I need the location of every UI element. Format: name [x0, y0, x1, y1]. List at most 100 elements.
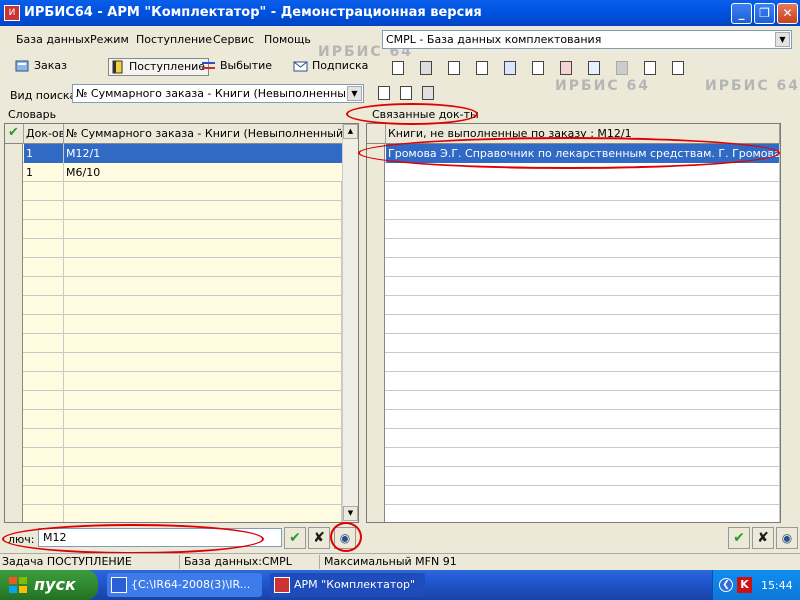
- table-row[interactable]: 1 M12/1: [5, 144, 344, 163]
- minimize-button[interactable]: _: [731, 3, 752, 24]
- empty-cell: [386, 220, 780, 239]
- subscription-button[interactable]: Подписка: [292, 58, 368, 76]
- empty-cell: [386, 296, 780, 315]
- antivirus-icon[interactable]: K: [737, 577, 752, 593]
- empty-row: [5, 201, 342, 220]
- empty-row: [367, 163, 780, 182]
- empty-row: [5, 372, 342, 391]
- restore-button[interactable]: ❐: [754, 3, 775, 24]
- start-button[interactable]: пуск: [0, 570, 98, 600]
- empty-row: [5, 353, 342, 372]
- row-indicator: [367, 467, 385, 486]
- database-select[interactable]: CMPL - База данных комплектования ▼: [382, 30, 792, 49]
- menu-help[interactable]: Помощь: [264, 33, 311, 46]
- scroll-up-icon[interactable]: ▲: [343, 124, 358, 139]
- table-row[interactable]: 1 M6/10: [5, 163, 344, 182]
- disposal-button[interactable]: Выбытие: [200, 58, 272, 76]
- chevron-left-icon[interactable]: ❮: [719, 578, 733, 592]
- row-indicator: [5, 201, 23, 220]
- start-label: пуск: [34, 575, 76, 594]
- menu-receipt[interactable]: Поступление: [136, 33, 212, 46]
- empty-cell: [24, 391, 64, 410]
- menu-bar: База данных Режим Поступление Сервис Пом…: [10, 28, 312, 52]
- row-indicator: [5, 220, 23, 239]
- copy-icon[interactable]: [472, 58, 490, 76]
- chevron-down-icon[interactable]: ▼: [347, 86, 362, 101]
- close-button[interactable]: ✕: [777, 3, 798, 24]
- row-indicator: [5, 163, 23, 182]
- row-indicator: [5, 239, 23, 258]
- empty-cell: [24, 258, 64, 277]
- refresh-icon[interactable]: [668, 58, 686, 76]
- key-input[interactable]: [38, 528, 282, 547]
- empty-cell: [386, 201, 780, 220]
- empty-row: [367, 467, 780, 486]
- scroll-down-icon[interactable]: ▼: [343, 506, 358, 521]
- database-select-value: CMPL - База данных комплектования: [386, 33, 602, 46]
- empty-row: [5, 410, 342, 429]
- confirm-check-icon[interactable]: ✔: [728, 527, 750, 549]
- empty-cell: [24, 486, 64, 505]
- confirm-check-icon[interactable]: ✔: [284, 527, 306, 549]
- empty-cell: [24, 334, 64, 353]
- order-icon: [15, 60, 29, 72]
- empty-row: [367, 239, 780, 258]
- empty-cell: [24, 296, 64, 315]
- document-icon[interactable]: [500, 58, 518, 76]
- empty-cell: [64, 429, 342, 448]
- empty-cell: [64, 220, 342, 239]
- column-header-term[interactable]: № Суммарного заказа - Книги (Невыполненн…: [64, 124, 344, 144]
- search-type-select[interactable]: № Суммарного заказа - Книги (Невыполненн…: [72, 84, 364, 103]
- menu-database[interactable]: База данных: [16, 33, 90, 46]
- empty-cell: [24, 372, 64, 391]
- task-label: {C:\IR64-2008(3)\IR...: [131, 578, 251, 591]
- edit-icon[interactable]: [388, 58, 406, 76]
- column-header-count[interactable]: Док-ов: [24, 124, 64, 144]
- linked-docs-header: Книги, не выполненные по заказу : M12/1: [367, 124, 780, 144]
- row-document: Громова Э.Г. Справочник по лекарственным…: [386, 144, 780, 163]
- check-icon[interactable]: ✔: [5, 124, 24, 144]
- key-row: люч: ✔ ✘ ◉: [4, 525, 364, 549]
- status-mfn: Максимальный MFN 91: [324, 555, 457, 568]
- empty-row: [5, 220, 342, 239]
- taskbar-item-app[interactable]: АРМ "Комплектатор": [270, 573, 425, 597]
- empty-cell: [24, 239, 64, 258]
- menu-service[interactable]: Сервис: [213, 33, 254, 46]
- print-icon[interactable]: [416, 58, 434, 76]
- row-indicator: [367, 144, 385, 163]
- taskbar-item-explorer[interactable]: {C:\IR64-2008(3)\IR...: [107, 573, 262, 597]
- clear-filter-icon[interactable]: ✘: [752, 527, 774, 549]
- empty-row: [5, 239, 342, 258]
- empty-cell: [24, 201, 64, 220]
- dictionary-header: ✔ Док-ов № Суммарного заказа - Книги (Не…: [5, 124, 344, 144]
- empty-row: [5, 277, 342, 296]
- view-eye-icon[interactable]: ◉: [334, 527, 356, 549]
- receipt-label: Поступление: [129, 60, 206, 73]
- clear-filter-icon[interactable]: ✘: [308, 527, 330, 549]
- row-indicator: [367, 353, 385, 372]
- receipt-button[interactable]: Поступление: [108, 58, 210, 76]
- order-button[interactable]: Заказ: [14, 58, 67, 76]
- calendar-icon[interactable]: [584, 58, 602, 76]
- new-document-icon[interactable]: [374, 83, 392, 101]
- blank-document-icon[interactable]: [396, 83, 414, 101]
- menu-mode[interactable]: Режим: [90, 33, 129, 46]
- column-header-linked[interactable]: Книги, не выполненные по заказу : M12/1: [386, 124, 780, 144]
- empty-row: [367, 315, 780, 334]
- tree-icon[interactable]: [418, 83, 436, 101]
- table-icon[interactable]: [556, 58, 574, 76]
- vertical-scrollbar[interactable]: ▲ ▼: [342, 124, 358, 522]
- task-label: АРМ "Комплектатор": [294, 578, 416, 591]
- stamp-icon[interactable]: [612, 58, 630, 76]
- table-row[interactable]: Громова Э.Г. Справочник по лекарственным…: [367, 144, 780, 163]
- empty-row: [367, 334, 780, 353]
- empty-row: [367, 353, 780, 372]
- clock: 15:44: [761, 579, 793, 592]
- chevron-down-icon[interactable]: ▼: [775, 32, 790, 47]
- import-icon[interactable]: [528, 58, 546, 76]
- view-eye-icon[interactable]: ◉: [776, 527, 798, 549]
- export-icon[interactable]: [444, 58, 462, 76]
- key-label: люч:: [8, 533, 35, 546]
- empty-row: [5, 467, 342, 486]
- chart-icon[interactable]: [640, 58, 658, 76]
